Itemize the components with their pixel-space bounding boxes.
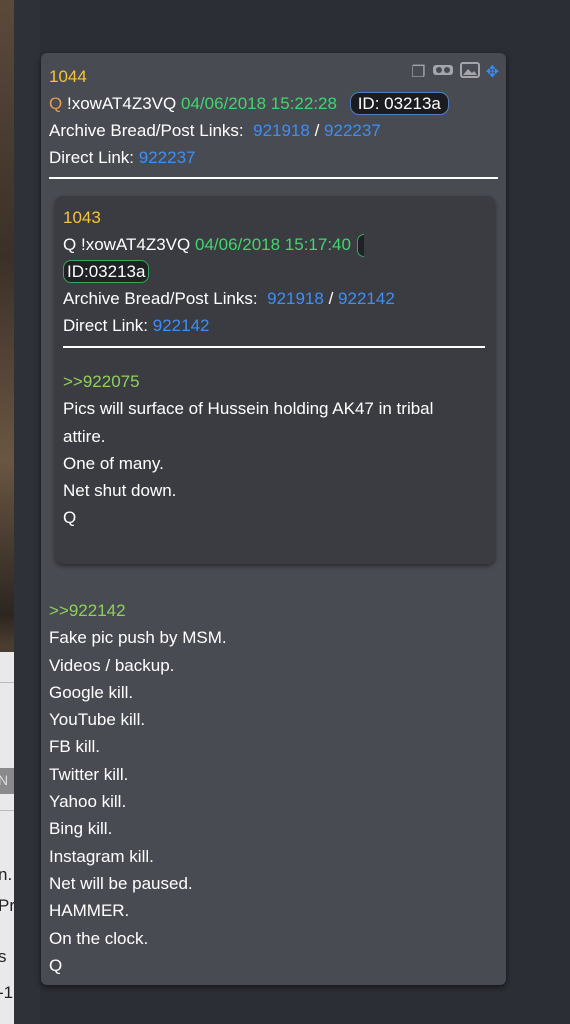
quoted-post-line: attire. bbox=[63, 426, 106, 446]
quoted-post-line: Q bbox=[63, 508, 77, 528]
quoted-post-timestamp: 04/06/2018 15:17:40 bbox=[194, 235, 351, 254]
post-line: Videos / backup. bbox=[49, 655, 175, 675]
post-line: Net will be paused. bbox=[49, 873, 193, 893]
background-fragment: Pr bbox=[0, 896, 15, 915]
quoted-post-line: One of many. bbox=[63, 453, 164, 473]
quoted-archive-link-bread[interactable]: 921918 bbox=[267, 289, 324, 308]
background-fragment: N bbox=[0, 772, 9, 788]
quoted-direct-link-label: Direct Link: bbox=[63, 316, 149, 335]
quoted-post-tripcode: !xowAT4Z3VQ bbox=[80, 235, 191, 254]
post-timestamp: 04/06/2018 15:22:28 bbox=[180, 94, 337, 113]
quoted-archive-link-post[interactable]: 922142 bbox=[338, 289, 395, 308]
post-line: Bing kill. bbox=[49, 819, 113, 839]
quoted-direct-link[interactable]: 922142 bbox=[153, 316, 210, 335]
background-pane: N n. Pr s -1 bbox=[0, 652, 15, 1024]
quoted-post-line: Net shut down. bbox=[63, 481, 177, 501]
quoted-header-divider bbox=[63, 346, 485, 348]
post-author: Q bbox=[49, 94, 63, 113]
post-line: Instagram kill. bbox=[49, 846, 154, 866]
quoted-poster-id-badge[interactable]: ID:03213a bbox=[63, 260, 150, 283]
quoted-post-number[interactable]: 1043 bbox=[63, 208, 101, 227]
background-fragment: -1 bbox=[0, 983, 14, 1002]
post-line: Yahoo kill. bbox=[49, 792, 127, 812]
post-header: 1044 Q !xowAT4Z3VQ 04/06/2018 15:22:28 I… bbox=[49, 63, 498, 179]
quoted-post-author: Q bbox=[63, 235, 77, 254]
post-line: YouTube kill. bbox=[49, 710, 146, 730]
poster-id-badge[interactable]: ID: 03213a bbox=[349, 92, 449, 115]
post-line: Twitter kill. bbox=[49, 764, 129, 784]
post-tripcode: !xowAT4Z3VQ bbox=[66, 94, 177, 113]
post-number[interactable]: 1044 bbox=[49, 67, 87, 86]
post-line: FB kill. bbox=[49, 737, 100, 757]
post-line: Q bbox=[49, 955, 63, 975]
quoted-archive-separator: / bbox=[328, 289, 334, 308]
post-body: >>922142 Fake pic push by MSM. Videos / … bbox=[49, 597, 498, 979]
archive-label: Archive Bread/Post Links: bbox=[49, 121, 244, 140]
quoted-post-1043: 1043 Q !xowAT4Z3VQ 04/06/2018 15:17:40 I… bbox=[55, 196, 495, 564]
quoted-post-body: >>922075 Pics will surface of Hussein ho… bbox=[63, 368, 485, 532]
background-app: N n. Pr s -1 bbox=[0, 0, 15, 1024]
background-fragment: s bbox=[0, 947, 7, 966]
background-divider bbox=[0, 810, 14, 811]
background-edge bbox=[14, 0, 40, 1024]
direct-link[interactable]: 922237 bbox=[139, 148, 196, 167]
post-line: HAMMER. bbox=[49, 901, 130, 921]
id-badge-cap bbox=[356, 234, 364, 258]
post-card-1044: ❐ ✥ 1044 Q !xowAT4Z3VQ 04/06/2018 15:22:… bbox=[41, 53, 506, 985]
reply-reference[interactable]: >>922142 bbox=[49, 597, 498, 624]
background-divider bbox=[0, 682, 14, 683]
header-divider bbox=[49, 177, 498, 179]
archive-link-bread[interactable]: 921918 bbox=[253, 121, 310, 140]
background-fragment: n. bbox=[0, 865, 13, 884]
archive-separator: / bbox=[314, 121, 320, 140]
quoted-post-line: Pics will surface of Hussein holding AK4… bbox=[63, 399, 434, 419]
post-line: Fake pic push by MSM. bbox=[49, 628, 227, 648]
quoted-reply-reference[interactable]: >>922075 bbox=[63, 368, 485, 395]
post-line: Google kill. bbox=[49, 682, 134, 702]
direct-link-label: Direct Link: bbox=[49, 148, 135, 167]
quoted-archive-label: Archive Bread/Post Links: bbox=[63, 289, 258, 308]
archive-link-post[interactable]: 922237 bbox=[324, 121, 381, 140]
post-line: On the clock. bbox=[49, 928, 149, 948]
